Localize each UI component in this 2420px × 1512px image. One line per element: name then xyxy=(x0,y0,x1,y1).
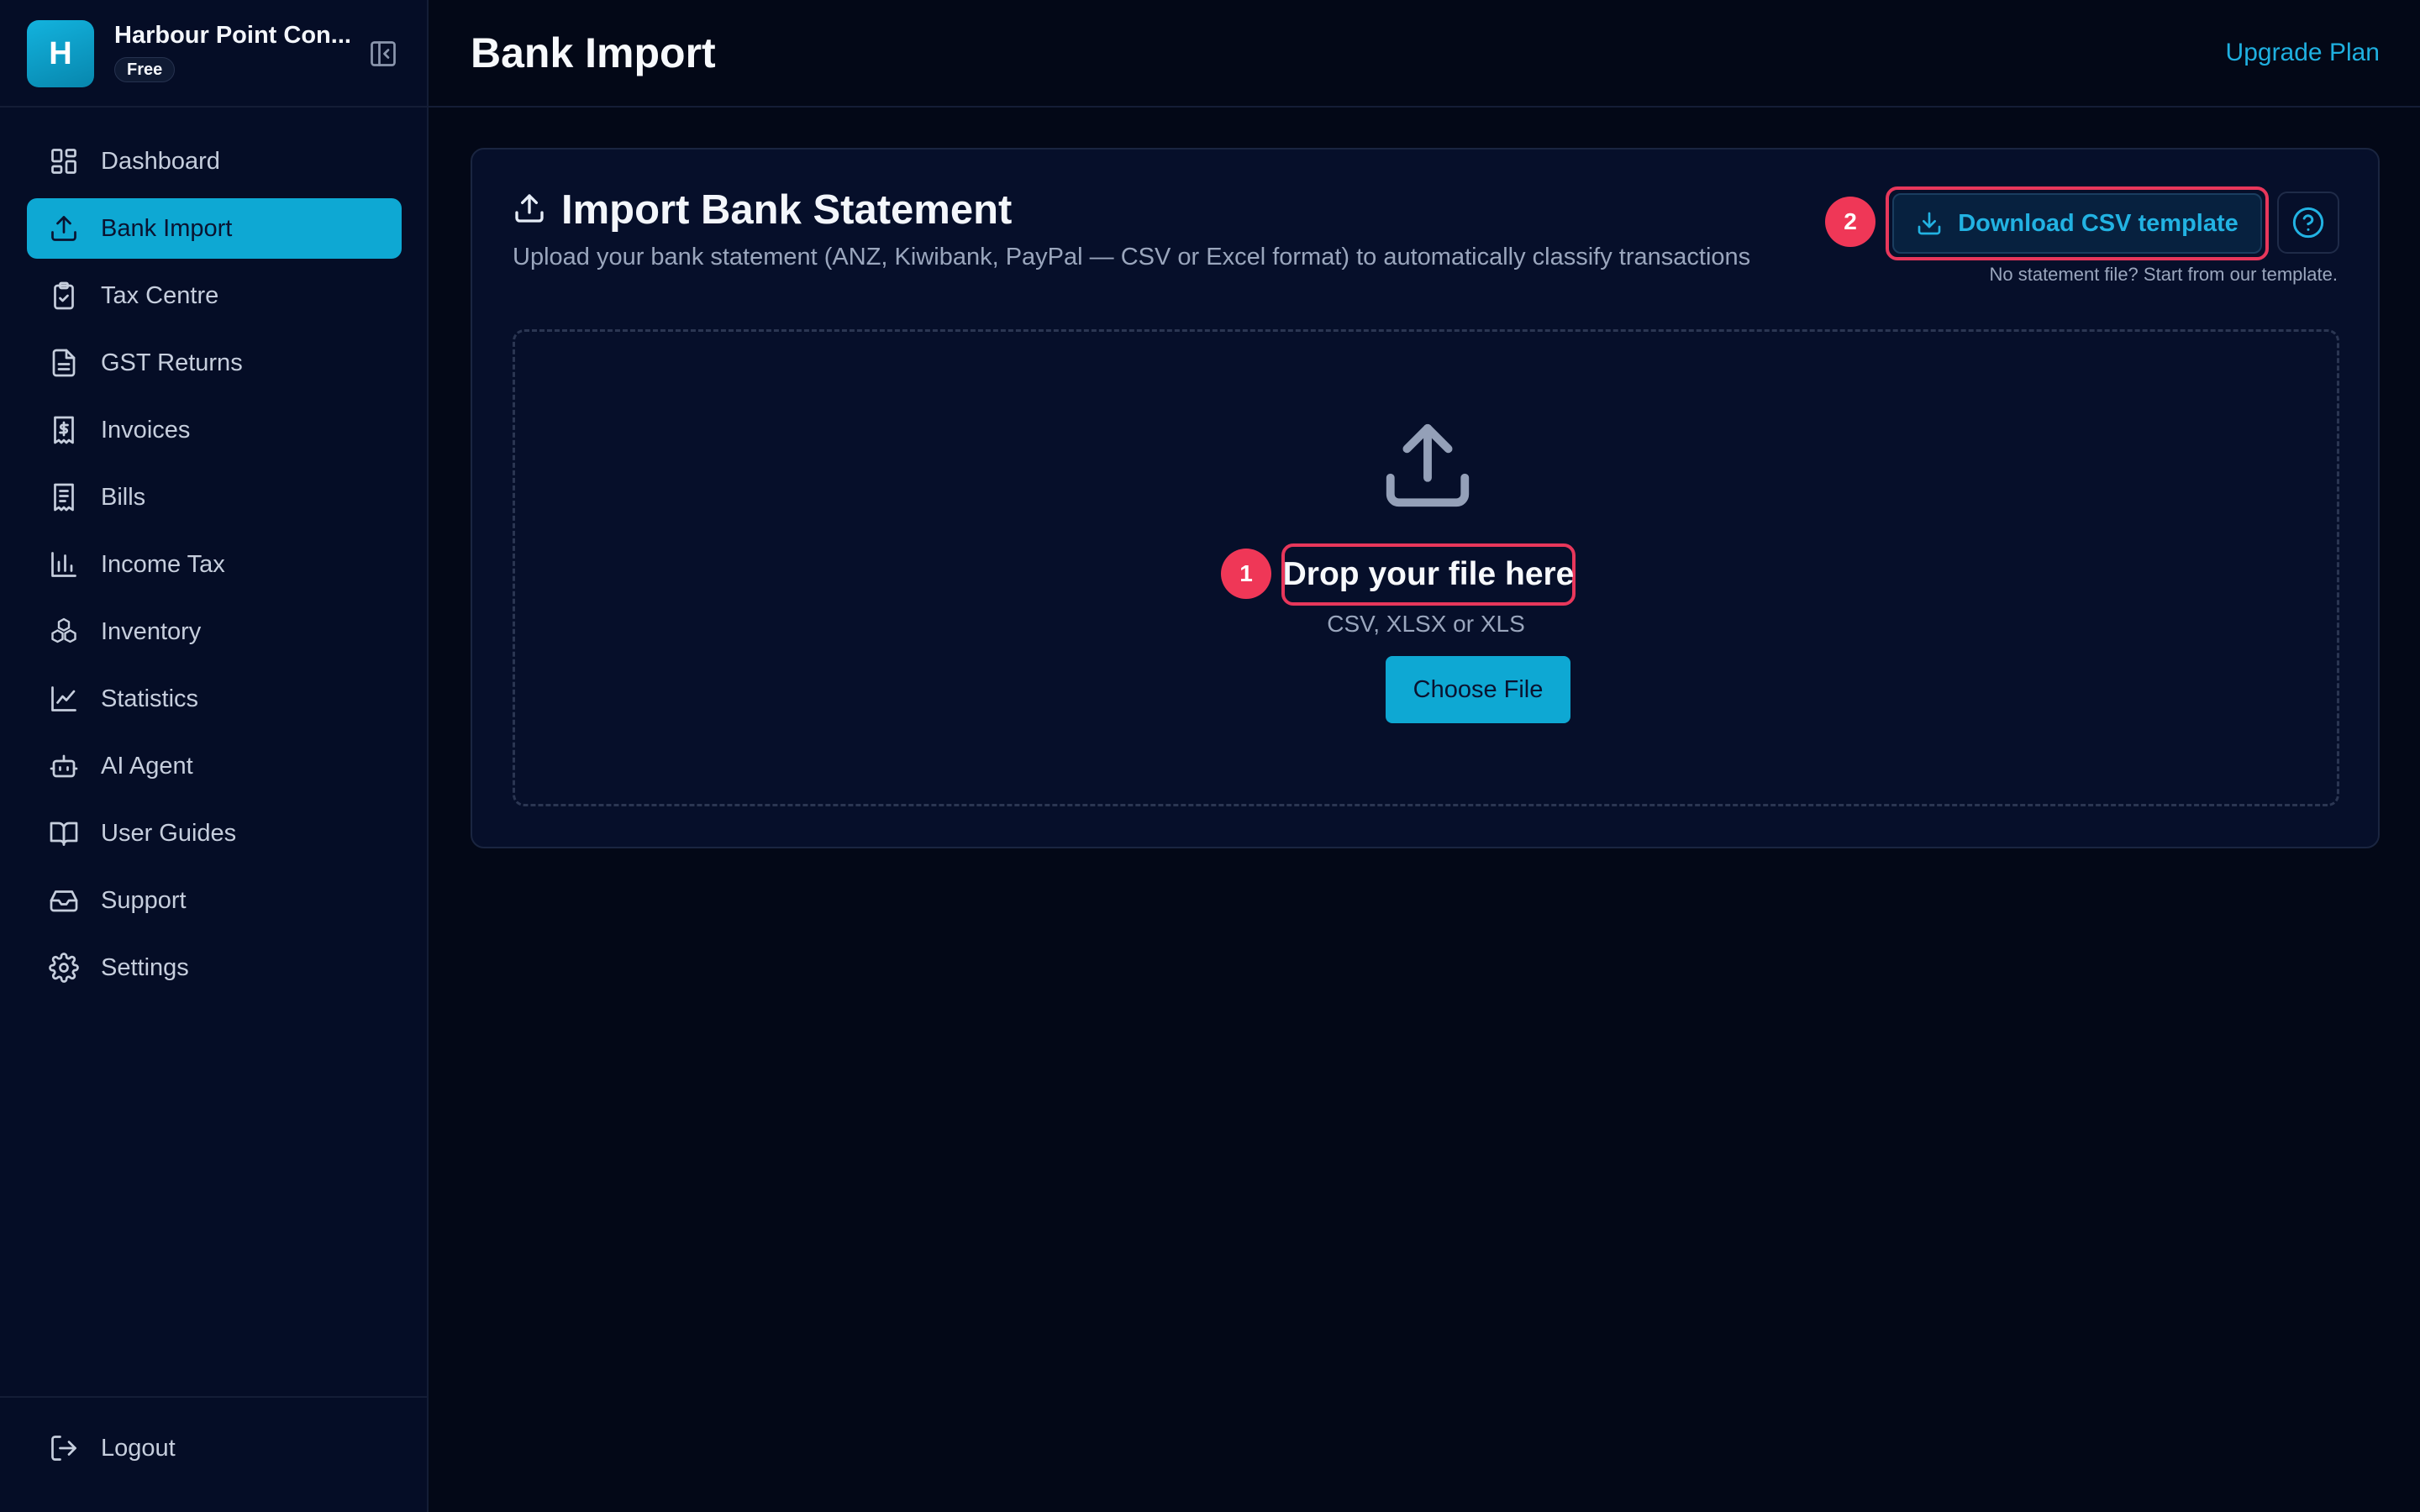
sidebar-item-label: Dashboard xyxy=(101,147,220,175)
dropzone-title-highlight: Drop your file here xyxy=(1281,543,1576,606)
logout-icon xyxy=(47,1431,81,1465)
sidebar-item-settings[interactable]: Settings xyxy=(27,937,402,998)
org-logo[interactable]: H xyxy=(27,20,94,87)
step-badge-2: 2 xyxy=(1825,197,1876,247)
sidebar-item-label: Invoices xyxy=(101,416,191,444)
sidebar-item-label: User Guides xyxy=(101,819,237,847)
sidebar-item-income-tax[interactable]: Income Tax xyxy=(27,534,402,595)
dropzone-title: Drop your file here xyxy=(1282,556,1575,592)
sidebar-collapse-icon xyxy=(371,41,396,66)
sidebar-item-invoices[interactable]: Invoices xyxy=(27,400,402,460)
download-label: Download CSV template xyxy=(1958,209,2238,237)
logout-label: Logout xyxy=(101,1434,176,1462)
sidebar-item-label: Income Tax xyxy=(101,550,225,578)
sidebar-footer: Logout xyxy=(0,1396,427,1512)
logout-button[interactable]: Logout xyxy=(27,1418,402,1478)
receipt-dollar-icon xyxy=(47,413,81,447)
sidebar-item-label: Bills xyxy=(101,483,146,511)
sidebar-nav: Dashboard Bank Import Tax Centre GST Ret… xyxy=(27,131,402,1005)
sidebar-item-label: AI Agent xyxy=(101,752,193,780)
receipt-icon xyxy=(47,480,81,514)
dashboard-icon xyxy=(47,144,81,178)
robot-icon xyxy=(47,749,81,783)
sidebar-item-label: Statistics xyxy=(101,685,199,712)
sidebar-item-label: Settings xyxy=(101,953,189,981)
download-icon xyxy=(1918,212,1941,235)
import-card: Import Bank Statement Upload your bank s… xyxy=(471,148,2380,848)
card-title: Import Bank Statement xyxy=(561,187,1013,233)
plan-badge: Free xyxy=(114,57,176,82)
sidebar-item-bank-import[interactable]: Bank Import xyxy=(27,198,402,259)
file-dropzone[interactable]: 1 Drop your file here CSV, XLSX or XLS C… xyxy=(513,329,2339,806)
book-icon xyxy=(47,816,81,850)
help-button[interactable] xyxy=(2277,192,2339,254)
upload-tray-icon xyxy=(1386,423,1470,507)
sidebar-item-bills[interactable]: Bills xyxy=(27,467,402,528)
page-title: Bank Import xyxy=(471,29,716,76)
sidebar-item-label: Support xyxy=(101,886,187,914)
sidebar-item-user-guides[interactable]: User Guides xyxy=(27,803,402,864)
org-name[interactable]: Harbour Point Con... xyxy=(114,22,358,50)
sidebar-item-dashboard[interactable]: Dashboard xyxy=(27,131,402,192)
sidebar-item-label: Tax Centre xyxy=(101,281,219,309)
sidebar-item-label: GST Returns xyxy=(101,349,243,376)
sidebar-item-tax-centre[interactable]: Tax Centre xyxy=(27,265,402,326)
upload-icon xyxy=(47,212,81,245)
collapse-sidebar-button[interactable] xyxy=(366,37,400,71)
boxes-icon xyxy=(47,615,81,648)
choose-file-button[interactable]: Choose File xyxy=(1386,656,1570,723)
help-circle-icon xyxy=(2292,207,2324,239)
upload-icon xyxy=(515,194,544,223)
sidebar-item-label: Inventory xyxy=(101,617,202,645)
step-badge-1: 1 xyxy=(1221,549,1271,599)
gear-icon xyxy=(47,951,81,984)
accepted-formats: CSV, XLSX or XLS xyxy=(1327,611,1525,637)
download-hint: No statement file? Start from our templa… xyxy=(1989,264,2338,285)
app-window: H Harbour Point Con... Free Dashboard Ba… xyxy=(0,0,2420,1512)
sidebar-item-ai-agent[interactable]: AI Agent xyxy=(27,736,402,796)
top-bar: Bank Import Upgrade Plan xyxy=(429,0,2420,108)
card-subtitle: Upload your bank statement (ANZ, Kiwiban… xyxy=(513,244,1751,270)
inbox-icon xyxy=(47,884,81,917)
sidebar-item-label: Bank Import xyxy=(101,214,233,242)
sidebar: H Harbour Point Con... Free Dashboard Ba… xyxy=(0,0,429,1512)
bar-chart-icon xyxy=(47,548,81,581)
upgrade-plan-link[interactable]: Upgrade Plan xyxy=(2226,39,2380,67)
download-csv-template-button[interactable]: Download CSV template xyxy=(1892,193,2262,254)
download-highlight: Download CSV template xyxy=(1886,186,2269,260)
sidebar-item-gst-returns[interactable]: GST Returns xyxy=(27,333,402,393)
sidebar-item-inventory[interactable]: Inventory xyxy=(27,601,402,662)
sidebar-item-statistics[interactable]: Statistics xyxy=(27,669,402,729)
document-icon xyxy=(47,346,81,380)
clipboard-check-icon xyxy=(47,279,81,312)
line-chart-icon xyxy=(47,682,81,716)
sidebar-header: H Harbour Point Con... Free xyxy=(0,0,427,108)
sidebar-item-support[interactable]: Support xyxy=(27,870,402,931)
